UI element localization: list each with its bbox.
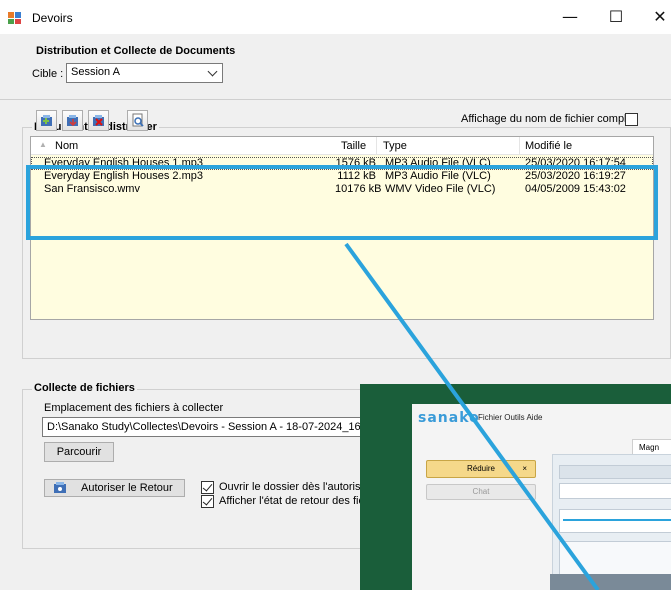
delete-document-button[interactable] [88,110,109,131]
title-bar: Devoirs — ☐ ✕ [0,0,671,34]
cible-select[interactable]: Session A [66,63,223,83]
page-title: Distribution et Collecte de Documents [36,45,236,57]
sanako-inset-screenshot: sanako Fichier Outils Aide Magn Réduire … [360,384,671,590]
column-header-type[interactable]: Type [383,140,407,152]
return-button-label: Autoriser le Retour [81,482,173,494]
collecte-group-title: Collecte de fichiers [32,382,137,394]
column-header-nom[interactable]: Nom [55,140,78,152]
preview-document-icon [132,113,144,127]
remove-document-icon [67,115,78,127]
delete-document-icon [93,115,104,126]
add-document-button[interactable] [36,110,57,131]
column-header-taille[interactable]: Taille [341,140,366,152]
sanako-reduce-label: Réduire [466,464,495,473]
app-icon [8,12,24,24]
highlight-frame [26,165,658,240]
sanako-chat-button: Chat [426,484,536,500]
sanako-tab: Magn [632,439,671,455]
sanako-window: sanako Fichier Outils Aide Magn Réduire … [412,404,671,590]
cible-select-value: Session A [71,66,120,78]
cible-label: Cible : [32,68,64,80]
remove-document-button[interactable] [62,110,83,131]
show-status-checkbox[interactable] [201,495,214,508]
open-folder-checkbox[interactable] [201,481,214,494]
preview-document-button[interactable] [127,110,148,131]
close-button[interactable]: ✕ [645,4,671,30]
sanako-panel [552,454,671,590]
sanako-logo: sanako [418,410,480,426]
column-header-modifie[interactable]: Modifié le [525,140,572,152]
browse-button[interactable]: Parcourir [44,442,114,462]
full-name-label: Affichage du nom de fichier complet [461,113,636,125]
close-icon: × [522,464,527,473]
show-status-label: Afficher l'état de retour des fichie [219,495,379,507]
location-label: Emplacement des fichiers à collecter [44,402,224,414]
maximize-button[interactable]: ☐ [601,4,631,30]
location-field[interactable]: D:\Sanako Study\Collectes\Devoirs - Sess… [42,417,364,437]
documents-list-header: ▲ Nom Taille Type Modifié le [31,137,653,155]
sanako-menu: Fichier Outils Aide [478,413,543,422]
header-panel: Distribution et Collecte de Documents Ci… [0,34,671,100]
chevron-down-icon [207,66,218,77]
return-button[interactable]: Autoriser le Retour [44,479,185,497]
full-name-checkbox[interactable] [625,113,638,126]
add-document-icon [41,115,52,126]
sort-up-icon: ▲ [39,140,47,149]
sanako-reduce-button: Réduire × [426,460,536,478]
return-icon [54,482,66,493]
minimize-button[interactable]: — [555,4,585,30]
window-title: Devoirs [32,11,73,25]
